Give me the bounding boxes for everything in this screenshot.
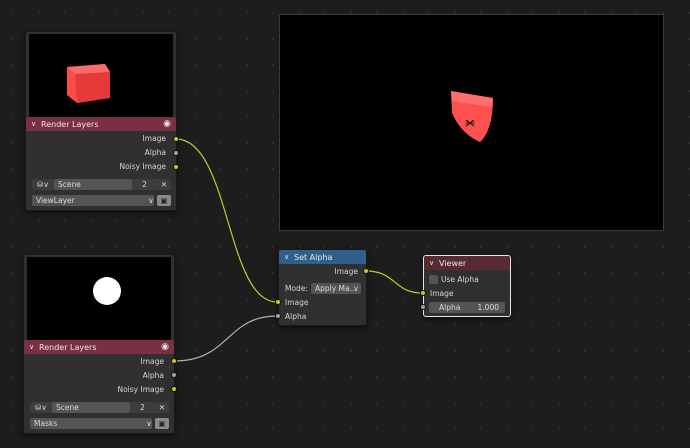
socket-alpha-out[interactable]: [171, 372, 177, 378]
socket-image-in[interactable]: [420, 290, 426, 296]
link-setalpha-to-viewer-image: [365, 270, 423, 294]
link-image-to-setalpha-image: [175, 138, 278, 303]
node-links: [173, 138, 423, 362]
socket-image-out[interactable]: [171, 358, 177, 364]
socket-image-out[interactable]: [173, 136, 179, 142]
socket-alpha-in[interactable]: [275, 313, 281, 319]
socket-image-in[interactable]: [275, 299, 281, 305]
socket-noisy-out[interactable]: [173, 164, 179, 170]
socket-alpha-out[interactable]: [173, 150, 179, 156]
link-image-to-setalpha-alpha: [173, 315, 278, 362]
socket-noisy-out[interactable]: [171, 386, 177, 392]
socket-alpha-in[interactable]: [420, 304, 426, 310]
socket-image-out[interactable]: [363, 268, 369, 274]
